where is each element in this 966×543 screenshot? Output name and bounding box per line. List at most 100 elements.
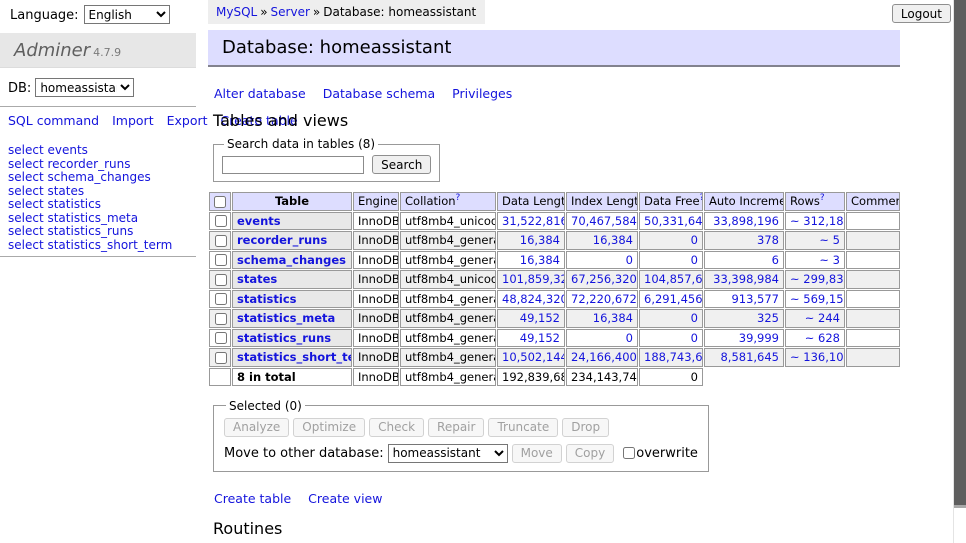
select-all-checkbox[interactable] xyxy=(214,196,226,208)
index-length-cell: 72,220,672 xyxy=(566,290,638,309)
sidebar-action-link[interactable]: Export xyxy=(167,113,208,128)
auto-increment-link[interactable]: 33,398,984 xyxy=(713,272,779,286)
index-length-link[interactable]: 72,220,672 xyxy=(571,292,637,306)
db-select[interactable]: homeassistant xyxy=(35,78,134,97)
selected-action-button[interactable]: Check xyxy=(369,418,424,437)
sidebar-divider-top xyxy=(0,106,196,107)
sidebar-action-link[interactable]: SQL command xyxy=(8,113,99,128)
auto-increment-link[interactable]: 33,898,196 xyxy=(713,214,779,228)
rows-count-link[interactable]: ~ 3 xyxy=(819,253,840,267)
sidebar-table-link[interactable]: select statistics_meta xyxy=(8,212,196,226)
auto-increment-link[interactable]: 39,999 xyxy=(739,331,779,345)
selected-action-button[interactable]: Repair xyxy=(428,418,484,437)
database-action-link[interactable]: Database schema xyxy=(323,86,435,101)
sidebar-table-link[interactable]: select statistics_short_term xyxy=(8,239,196,253)
data-free-link[interactable]: 0 xyxy=(691,311,698,325)
scrollbar[interactable] xyxy=(953,0,966,543)
help-link[interactable]: ? xyxy=(397,193,399,203)
data-free-link[interactable]: 6,291,456 xyxy=(644,292,703,306)
table-name-link[interactable]: schema_changes xyxy=(237,253,346,267)
row-checkbox[interactable] xyxy=(215,254,227,266)
index-length-link[interactable]: 67,256,320 xyxy=(571,272,637,286)
data-length-link[interactable]: 48,824,320 xyxy=(502,292,565,306)
sidebar-table-link[interactable]: select events xyxy=(8,144,196,158)
rows-count-link[interactable]: ~ 569,159 xyxy=(790,292,845,306)
sidebar-table-link[interactable]: select schema_changes xyxy=(8,171,196,185)
sidebar-table-link[interactable]: select statistics xyxy=(8,198,196,212)
create-link[interactable]: Create table xyxy=(214,491,291,506)
logout-button[interactable]: Logout xyxy=(892,4,951,23)
data-length-link[interactable]: 31,522,816 xyxy=(502,214,565,228)
row-checkbox[interactable] xyxy=(215,235,227,247)
selected-action-button[interactable]: Truncate xyxy=(488,418,558,437)
row-checkbox[interactable] xyxy=(215,332,227,344)
sidebar-table-link[interactable]: select states xyxy=(8,185,196,199)
row-checkbox[interactable] xyxy=(215,215,227,227)
auto-increment-link[interactable]: 6 xyxy=(772,253,779,267)
row-checkbox[interactable] xyxy=(215,274,227,286)
data-free-link[interactable]: 0 xyxy=(691,331,698,345)
rows-count-link[interactable]: ~ 299,833 xyxy=(790,272,845,286)
selected-action-button[interactable]: Analyze xyxy=(224,418,289,437)
table-name-link[interactable]: statistics_short_term xyxy=(237,350,352,364)
row-checkbox[interactable] xyxy=(215,293,227,305)
data-length-link[interactable]: 49,152 xyxy=(520,311,560,325)
row-checkbox[interactable] xyxy=(215,313,227,325)
index-length-link[interactable]: 16,384 xyxy=(593,311,633,325)
rows-count-link[interactable]: ~ 312,180 xyxy=(790,214,845,228)
sidebar-action-link[interactable]: Import xyxy=(112,113,154,128)
scrollbar-thumb[interactable] xyxy=(954,0,966,505)
data-length-link[interactable]: 101,859,328 xyxy=(502,272,565,286)
routines-heading: Routines xyxy=(213,519,900,538)
selected-action-button[interactable]: Optimize xyxy=(293,418,365,437)
search-fieldset: Search data in tables (8) Search xyxy=(213,137,440,182)
selected-action-button[interactable]: Drop xyxy=(562,418,609,437)
copy-button[interactable]: Copy xyxy=(566,444,614,463)
data-free-link[interactable]: 0 xyxy=(691,233,698,247)
index-length-link[interactable]: 16,384 xyxy=(593,233,633,247)
help-link[interactable]: ? xyxy=(456,193,461,203)
move-button[interactable]: Move xyxy=(512,444,562,463)
auto-increment-link[interactable]: 8,581,645 xyxy=(720,350,779,364)
index-length-link[interactable]: 70,467,584 xyxy=(571,214,637,228)
breadcrumb-server-link[interactable]: Server xyxy=(271,5,310,19)
table-name-link[interactable]: states xyxy=(237,272,277,286)
data-length-link[interactable]: 49,152 xyxy=(520,331,560,345)
database-action-link[interactable]: Alter database xyxy=(214,86,306,101)
search-button[interactable]: Search xyxy=(372,155,431,174)
data-length-link[interactable]: 16,384 xyxy=(520,233,560,247)
rows-count-link[interactable]: ~ 136,108 xyxy=(790,350,845,364)
overwrite-checkbox[interactable] xyxy=(623,447,635,459)
rows-count-link[interactable]: ~ 244 xyxy=(805,311,840,325)
language-select[interactable]: English xyxy=(84,5,170,24)
table-name-link[interactable]: statistics_runs xyxy=(237,331,331,345)
sidebar-table-link[interactable]: select statistics_runs xyxy=(8,225,196,239)
create-link[interactable]: Create view xyxy=(308,491,382,506)
row-checkbox[interactable] xyxy=(215,352,227,364)
help-link[interactable]: ? xyxy=(820,193,825,203)
data-free-link[interactable]: 104,857,600 xyxy=(644,272,703,286)
database-action-link[interactable]: Privileges xyxy=(452,86,512,101)
breadcrumb-mysql-link[interactable]: MySQL xyxy=(216,5,257,19)
data-length-link[interactable]: 10,502,144 xyxy=(502,350,565,364)
help-link[interactable]: ? xyxy=(700,193,703,203)
index-length-link[interactable]: 24,166,400 xyxy=(571,350,637,364)
auto-increment-link[interactable]: 378 xyxy=(757,233,779,247)
table-name-link[interactable]: statistics xyxy=(237,292,297,306)
sidebar-table-link[interactable]: select recorder_runs xyxy=(8,158,196,172)
auto-increment-link[interactable]: 913,577 xyxy=(731,292,779,306)
data-free-link[interactable]: 50,331,648 xyxy=(644,214,703,228)
table-name-link[interactable]: recorder_runs xyxy=(237,233,327,247)
rows-count-link[interactable]: ~ 628 xyxy=(805,331,840,345)
auto-increment-link[interactable]: 325 xyxy=(757,311,779,325)
search-input[interactable] xyxy=(222,156,364,174)
rows-count-link[interactable]: ~ 5 xyxy=(819,233,840,247)
index-length-link[interactable]: 0 xyxy=(626,331,633,345)
table-name-link[interactable]: statistics_meta xyxy=(237,311,335,325)
table-name-link[interactable]: events xyxy=(237,214,281,228)
data-free-link[interactable]: 0 xyxy=(691,253,698,267)
data-free-link[interactable]: 188,743,680 xyxy=(644,350,703,364)
data-length-link[interactable]: 16,384 xyxy=(520,253,560,267)
index-length-link[interactable]: 0 xyxy=(626,253,633,267)
move-db-select[interactable]: homeassistant xyxy=(388,444,508,463)
